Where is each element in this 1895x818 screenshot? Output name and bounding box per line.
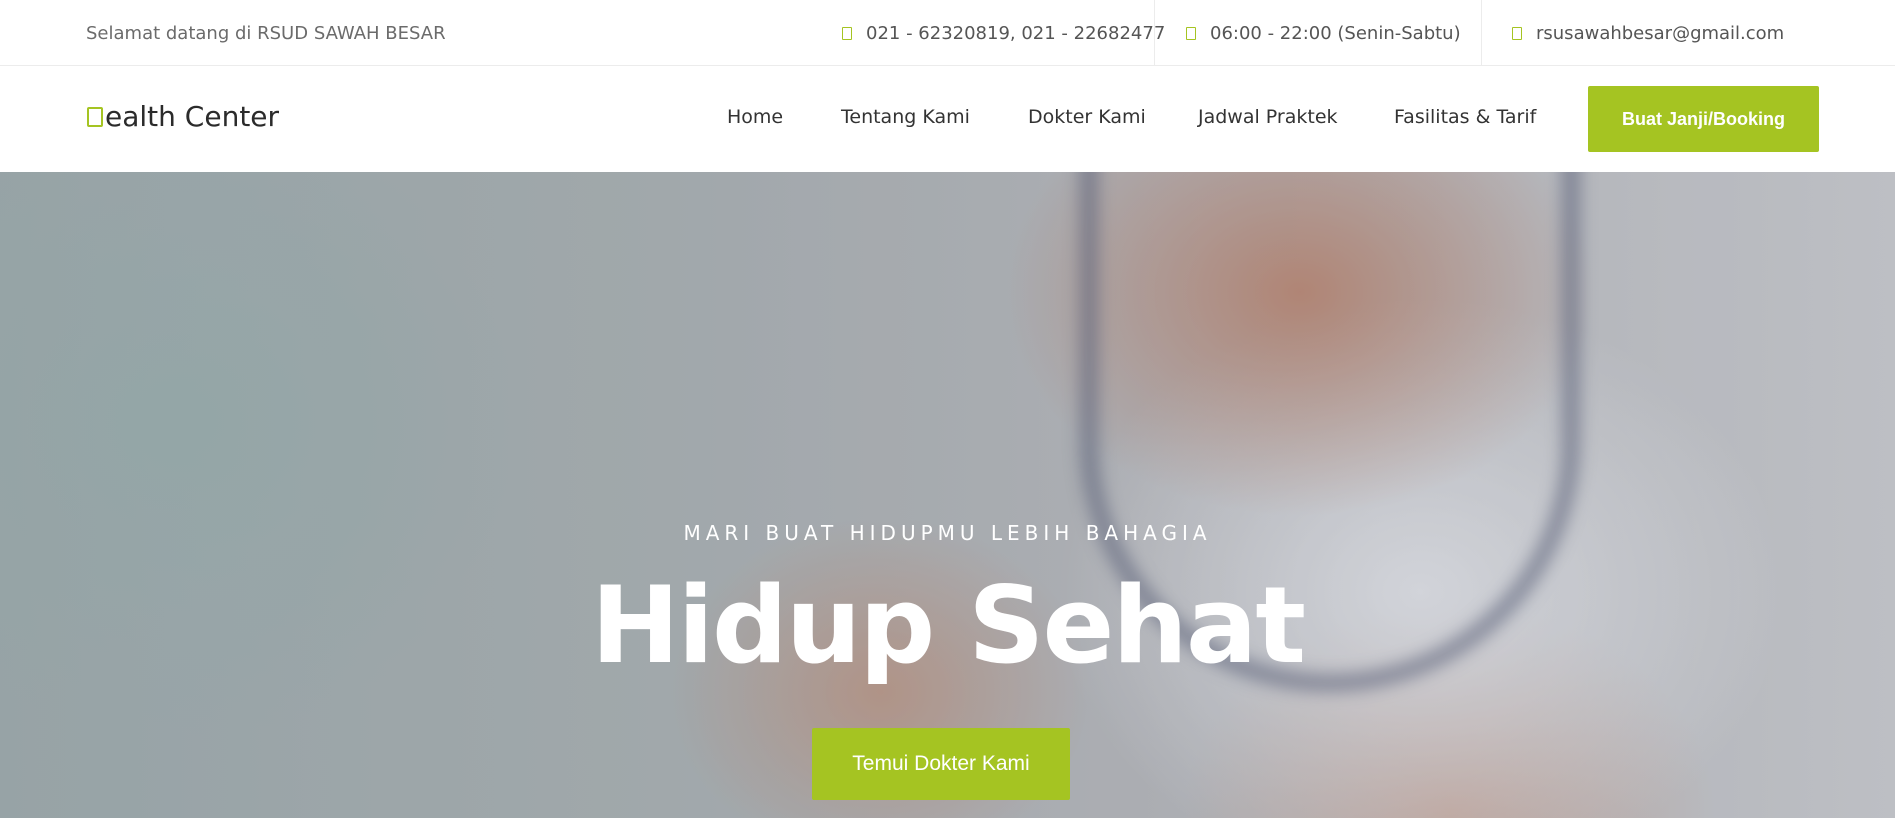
- hero-title: Hidup Sehat: [590, 564, 1306, 687]
- phone-icon: [842, 26, 852, 40]
- welcome-text: Selamat datang di RSUD SAWAH BESAR: [86, 23, 446, 44]
- main-navbar: ealth Center Home Tentang Kami Dokter Ka…: [0, 66, 1895, 172]
- site-logo[interactable]: ealth Center: [87, 100, 279, 133]
- nav-item-jadwal-praktek[interactable]: Jadwal Praktek: [1198, 106, 1338, 128]
- hours-text: 06:00 - 22:00 (Senin-Sabtu): [1210, 22, 1461, 44]
- clock-icon: [1186, 26, 1196, 40]
- divider: [1481, 0, 1482, 66]
- mail-icon: [1512, 26, 1522, 40]
- nav-item-tentang-kami[interactable]: Tentang Kami: [841, 106, 970, 128]
- logo-text: ealth Center: [105, 100, 280, 133]
- phone-info: 021 - 62320819, 021 - 22682477: [842, 0, 1165, 66]
- nav-item-dokter-kami[interactable]: Dokter Kami: [1028, 106, 1146, 128]
- heart-icon: [87, 106, 103, 127]
- email-text: rsusawahbesar@gmail.com: [1536, 22, 1785, 44]
- top-info-bar: Selamat datang di RSUD SAWAH BESAR 021 -…: [0, 0, 1895, 66]
- phone-text: 021 - 62320819, 021 - 22682477: [866, 22, 1166, 44]
- hero-subtitle: MARI BUAT HIDUPMU LEBIH BAHAGIA: [683, 521, 1212, 545]
- hero-banner: MARI BUAT HIDUPMU LEBIH BAHAGIA Hidup Se…: [0, 172, 1895, 818]
- hero-overlay: [0, 172, 1895, 818]
- booking-button[interactable]: Buat Janji/Booking: [1588, 86, 1819, 152]
- nav-item-home[interactable]: Home: [727, 106, 783, 128]
- divider: [1154, 0, 1155, 66]
- hours-info: 06:00 - 22:00 (Senin-Sabtu): [1186, 0, 1461, 66]
- meet-doctors-button[interactable]: Temui Dokter Kami: [812, 728, 1070, 800]
- nav-item-fasilitas-tarif[interactable]: Fasilitas & Tarif: [1394, 106, 1536, 128]
- email-info: rsusawahbesar@gmail.com: [1512, 0, 1784, 66]
